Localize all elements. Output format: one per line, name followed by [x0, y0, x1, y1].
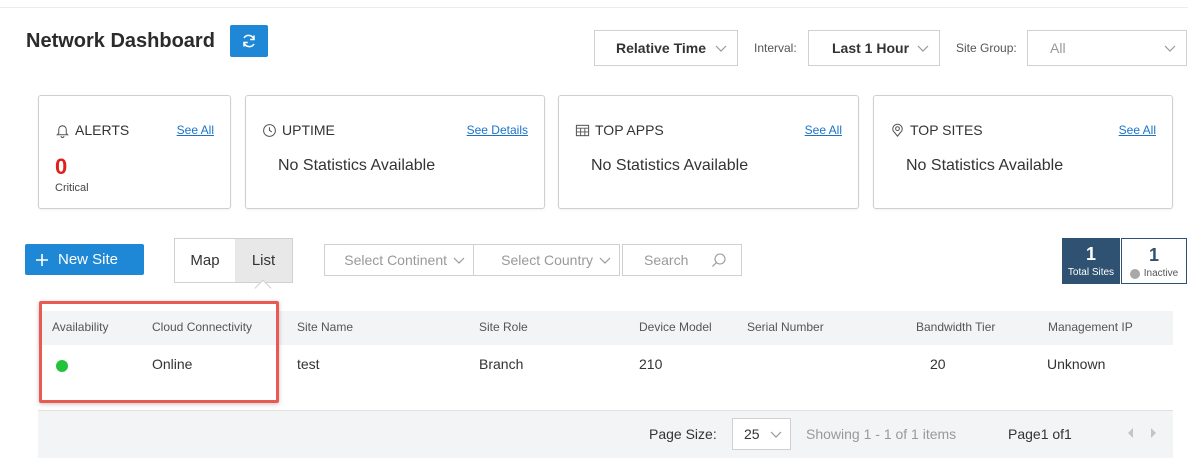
uptime-see-details-link[interactable]: See Details: [467, 123, 528, 137]
page-indicator: Page1 of1: [1008, 426, 1072, 442]
highlight-box: [39, 301, 279, 403]
uptime-empty-message: No Statistics Available: [278, 157, 436, 174]
new-site-label: New Site: [58, 251, 119, 268]
top-apps-empty-message: No Statistics Available: [591, 157, 749, 174]
location-icon: [892, 123, 903, 137]
uptime-card: UPTIME See Details No Statistics Availab…: [245, 95, 545, 209]
chevron-down-icon: [770, 431, 782, 438]
clock-icon: [263, 123, 276, 137]
column-header-serial-number[interactable]: Serial Number: [747, 320, 824, 334]
top-sites-title-text: TOP SITES: [910, 122, 983, 138]
column-header-management-ip[interactable]: Management IP: [1048, 320, 1133, 334]
alerts-title-text: ALERTS: [75, 122, 130, 138]
cell-site-role: Branch: [479, 356, 524, 372]
pagination-bar: Page Size: 25 Showing 1 - 1 of 1 items P…: [38, 410, 1173, 458]
critical-alert-count: 0: [55, 154, 68, 179]
refresh-icon: [243, 34, 255, 48]
items-count-text: Showing 1 - 1 of 1 items: [806, 426, 957, 442]
refresh-button[interactable]: [230, 25, 268, 57]
new-site-button[interactable]: New Site: [25, 244, 144, 275]
page-size-value: 25: [744, 426, 760, 442]
country-select-placeholder: Select Country: [501, 252, 593, 268]
chevron-down-icon: [599, 257, 611, 264]
search-input[interactable]: Search: [622, 244, 742, 276]
continent-select[interactable]: Select Continent: [324, 244, 474, 276]
site-group-label: Site Group:: [956, 41, 1017, 55]
relative-time-dropdown[interactable]: Relative Time: [594, 30, 738, 66]
previous-page-icon[interactable]: [1124, 424, 1136, 442]
top-sites-empty-message: No Statistics Available: [906, 157, 1064, 174]
relative-time-label: Relative Time: [616, 40, 707, 56]
total-sites-stat[interactable]: 1 Total Sites: [1062, 238, 1120, 284]
chevron-down-icon: [715, 45, 727, 52]
table-icon: [575, 124, 590, 136]
view-toggle: Map List: [174, 238, 293, 283]
total-sites-label: Total Sites: [1067, 267, 1115, 278]
chevron-down-icon: [1164, 45, 1176, 52]
cell-bandwidth-tier: 20: [930, 356, 946, 372]
top-divider: [0, 0, 1188, 8]
site-group-dropdown[interactable]: All: [1027, 30, 1187, 66]
alerts-card: ALERTS See All 0 Critical: [38, 95, 231, 209]
top-sites-see-all-link[interactable]: See All: [1119, 123, 1156, 137]
inactive-status-dot: [1129, 268, 1140, 279]
search-icon: [712, 253, 726, 267]
top-apps-card-title: TOP APPS: [575, 122, 664, 138]
cell-management-ip: Unknown: [1047, 356, 1106, 372]
continent-select-placeholder: Select Continent: [344, 252, 447, 268]
interval-label: Interval:: [754, 41, 797, 55]
next-page-icon[interactable]: [1148, 424, 1160, 442]
top-apps-see-all-link[interactable]: See All: [805, 123, 842, 137]
uptime-title-text: UPTIME: [282, 122, 335, 138]
inactive-sites-stat[interactable]: 1 Inactive: [1121, 238, 1187, 284]
top-apps-card: TOP APPS See All No Statistics Available: [558, 95, 859, 209]
page-size-label: Page Size:: [649, 426, 717, 442]
page-title: Network Dashboard: [26, 30, 215, 52]
inactive-sites-count: 1: [1148, 245, 1159, 265]
critical-alert-label: Critical: [55, 182, 89, 194]
column-header-site-name[interactable]: Site Name: [297, 320, 353, 334]
plus-icon: [36, 253, 48, 266]
alerts-see-all-link[interactable]: See All: [177, 123, 214, 137]
cell-device-model: 210: [639, 356, 663, 372]
site-group-value: All: [1050, 40, 1066, 56]
country-select[interactable]: Select Country: [473, 244, 620, 276]
map-view-tab[interactable]: Map: [175, 239, 235, 282]
page-size-select[interactable]: 25: [732, 418, 791, 450]
column-header-bandwidth-tier[interactable]: Bandwidth Tier: [916, 320, 995, 334]
cell-site-name: test: [297, 356, 320, 372]
top-sites-card-title: TOP SITES: [890, 122, 983, 138]
top-apps-title-text: TOP APPS: [595, 122, 664, 138]
column-header-site-role[interactable]: Site Role: [479, 320, 528, 334]
list-view-tab[interactable]: List: [234, 239, 292, 282]
interval-dropdown[interactable]: Last 1 Hour: [808, 30, 940, 66]
column-header-device-model[interactable]: Device Model: [639, 320, 712, 334]
inactive-sites-label: Inactive: [1143, 268, 1179, 279]
uptime-card-title: UPTIME: [262, 122, 335, 138]
chevron-down-icon: [917, 45, 929, 52]
chevron-down-icon: [453, 257, 465, 264]
total-sites-count: 1: [1085, 244, 1096, 264]
search-placeholder: Search: [644, 252, 689, 268]
interval-value: Last 1 Hour: [832, 40, 910, 56]
alerts-card-title: ALERTS: [55, 122, 129, 138]
bell-icon: [56, 124, 69, 138]
top-sites-card: TOP SITES See All No Statistics Availabl…: [873, 95, 1173, 209]
